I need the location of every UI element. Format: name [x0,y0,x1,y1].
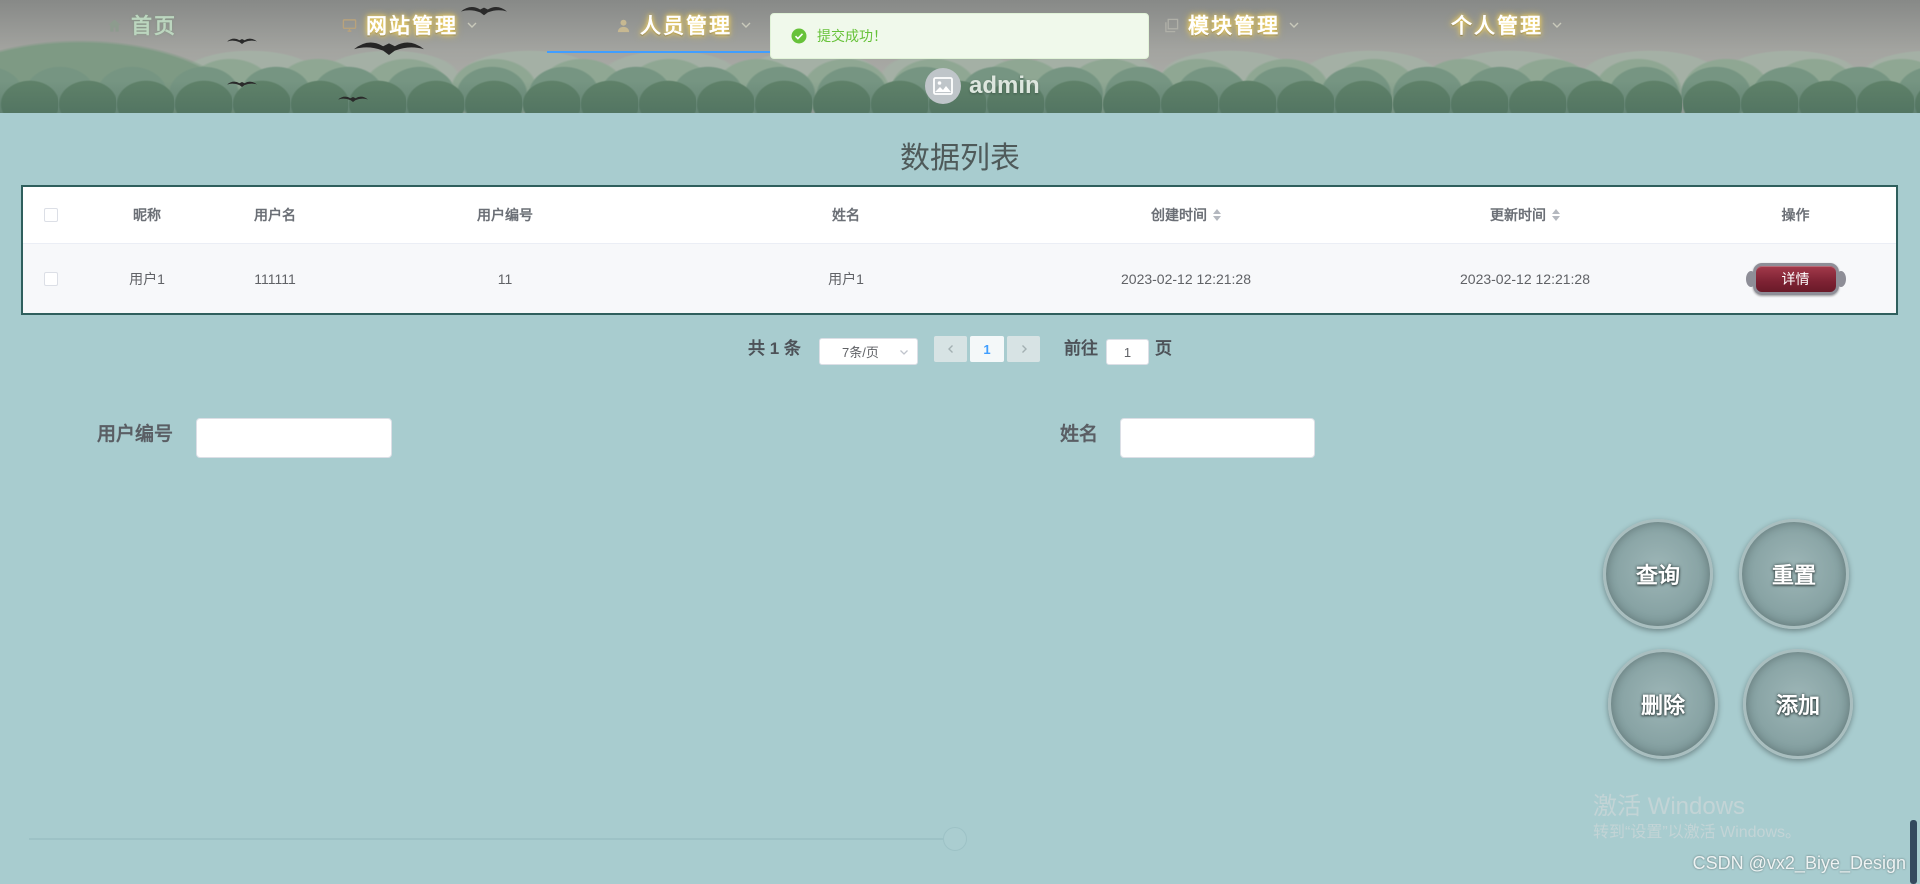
name-input[interactable] [1120,418,1315,458]
cell-user-number: 11 [497,270,513,287]
nav-item-website-management[interactable]: 网站管理 [341,10,478,40]
cell-created-at: 2023-02-12 12:21:28 [1121,270,1251,287]
column-header-label: 创建时间 [1151,207,1207,223]
goto-suffix: 页 [1155,339,1172,358]
nav-item-module-management[interactable]: 模块管理 [1163,10,1300,40]
cell-actions: 详情 [1695,244,1896,313]
nav-item-staff-management[interactable]: 人员管理 [615,10,752,40]
page-title: 数据列表 [900,142,1020,175]
slider-knob[interactable] [943,827,967,851]
detail-button[interactable]: 详情 [1745,262,1846,295]
chevron-down-icon [1551,19,1563,31]
add-button[interactable]: 添加 [1743,649,1853,759]
copy-icon [1163,17,1179,33]
page-size-select[interactable]: 7条/页 [819,338,918,365]
column-header-created-at[interactable]: 创建时间 [1017,187,1355,243]
select-all-cell [23,187,79,243]
goto-page-input[interactable] [1106,339,1149,365]
data-table: 昵称 用户名 用户编号 姓名 创建时间 更新时间 操作 用户1 111111 1… [21,185,1898,315]
column-header-label: 用户编号 [477,207,533,223]
column-header-username: 用户名 [215,187,335,243]
row-checkbox[interactable] [44,271,58,286]
csdn-watermark: CSDN @vx2_Biye_Design [1692,853,1906,873]
scrollbar-thumb[interactable] [1910,820,1917,884]
sort-ascending-icon[interactable] [1552,209,1560,214]
cell-username: 111111 [254,270,296,287]
picture-icon [933,77,953,95]
chevron-down-icon [1288,19,1300,31]
windows-activation-subtitle: 转到“设置”以激活 Windows。 [1593,824,1802,841]
nav-item-home[interactable]: 首页 [106,10,177,40]
column-header-label: 用户名 [254,207,296,223]
column-header-updated-at[interactable]: 更新时间 [1355,187,1695,243]
table-header-row: 昵称 用户名 用户编号 姓名 创建时间 更新时间 操作 [23,187,1896,244]
chevron-down-icon [466,19,478,31]
cell-name: 用户1 [828,270,864,287]
toast-message: 提交成功！ [817,28,887,44]
user-number-label: 用户编号 [97,424,174,445]
sort-caret-icon[interactable] [1552,209,1560,221]
select-all-checkbox[interactable] [44,208,58,222]
windows-activation-title: 激活 Windows [1593,793,1746,820]
sort-ascending-icon[interactable] [1213,209,1221,214]
column-header-label: 操作 [1781,207,1810,223]
avatar[interactable] [925,68,961,104]
chevron-left-icon [946,344,956,354]
page-number-button[interactable]: 1 [970,336,1004,362]
column-header-actions: 操作 [1695,187,1896,243]
nav-item-label: 首页 [131,15,177,38]
active-nav-indicator [547,51,771,53]
column-header-user-number: 用户编号 [335,187,675,243]
delete-button[interactable]: 删除 [1608,649,1718,759]
chevron-down-icon [899,347,909,357]
column-header-name: 姓名 [675,187,1017,243]
nav-item-personal-management[interactable]: 个人管理 [1451,10,1563,40]
chevron-down-icon [740,19,752,31]
column-header-label: 更新时间 [1490,207,1546,223]
reset-button[interactable]: 重置 [1739,519,1849,629]
user-icon [615,17,631,33]
bird-decoration [354,42,424,56]
user-number-input[interactable] [196,418,392,458]
sort-descending-icon[interactable] [1213,216,1221,221]
slider-track[interactable] [29,838,955,840]
goto-label: 前往 [1064,339,1098,358]
next-page-button[interactable] [1007,336,1040,362]
prev-page-button[interactable] [934,336,967,362]
success-toast: 提交成功！ [770,13,1149,59]
nav-item-label: 模块管理 [1188,15,1280,38]
circle-check-icon [791,28,807,44]
monitor-icon [341,17,357,33]
bird-decoration [338,96,368,102]
page-size-value: 7条/页 [842,345,879,360]
nav-item-label: 网站管理 [366,15,458,38]
name-label: 姓名 [1060,424,1099,445]
pagination-total: 共 1 条 [748,339,801,358]
table-row[interactable]: 用户1 111111 11 用户1 2023-02-12 12:21:28 20… [23,244,1896,313]
cell-updated-at: 2023-02-12 12:21:28 [1460,270,1590,287]
nav-item-label: 人员管理 [640,15,732,38]
username-label[interactable]: admin [969,71,1040,101]
nav-item-label: 个人管理 [1451,15,1543,38]
column-header-label: 昵称 [133,207,161,223]
sort-caret-icon[interactable] [1213,209,1221,221]
bird-decoration [227,81,257,87]
column-header-nickname: 昵称 [79,187,215,243]
sort-descending-icon[interactable] [1552,216,1560,221]
home-icon [106,17,122,33]
chevron-right-icon [1019,344,1029,354]
query-button[interactable]: 查询 [1603,519,1713,629]
row-select-cell [23,244,79,313]
cell-nickname: 用户1 [129,270,165,287]
column-header-label: 姓名 [832,207,860,223]
bird-decoration [227,38,257,44]
